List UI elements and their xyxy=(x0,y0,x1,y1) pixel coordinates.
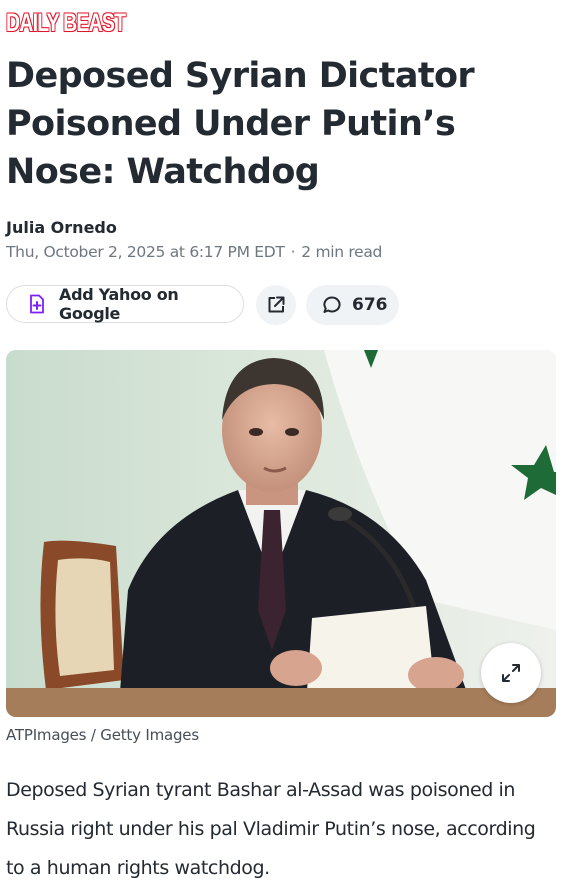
read-time: 2 min read xyxy=(301,243,383,261)
add-yahoo-on-google-button[interactable]: Add Yahoo on Google xyxy=(6,285,244,323)
article-photo[interactable] xyxy=(6,350,556,717)
article-headline: Deposed Syrian Dictator Poisoned Under P… xyxy=(6,56,475,192)
publish-date: Thu, October 2, 2025 at 6:17 PM EDT xyxy=(6,243,285,261)
expand-arrows-icon xyxy=(502,664,520,682)
comment-count: 676 xyxy=(352,295,388,315)
share-external-icon xyxy=(268,296,285,313)
article-body-paragraph: Deposed Syrian tyrant Bashar al-Assad wa… xyxy=(6,779,536,879)
photo-caption: ATPImages / Getty Images xyxy=(6,726,199,744)
share-button[interactable] xyxy=(256,285,296,325)
expand-image-button[interactable] xyxy=(481,643,541,703)
comments-button[interactable]: 676 xyxy=(306,285,399,325)
article-meta: Thu, October 2, 2025 at 6:17 PM EDT · 2 mi… xyxy=(6,243,382,261)
photo-illustration xyxy=(6,350,556,717)
meta-separator: · xyxy=(290,243,296,261)
comment-bubble-icon xyxy=(323,296,341,313)
google-add-source-icon xyxy=(27,294,47,314)
author-name[interactable]: Julia Ornedo xyxy=(6,218,117,237)
add-yahoo-label: Add Yahoo on Google xyxy=(59,285,179,323)
logo-text: DAILY BEAST xyxy=(6,7,126,39)
daily-beast-logo[interactable]: DAILY BEAST xyxy=(6,7,159,39)
